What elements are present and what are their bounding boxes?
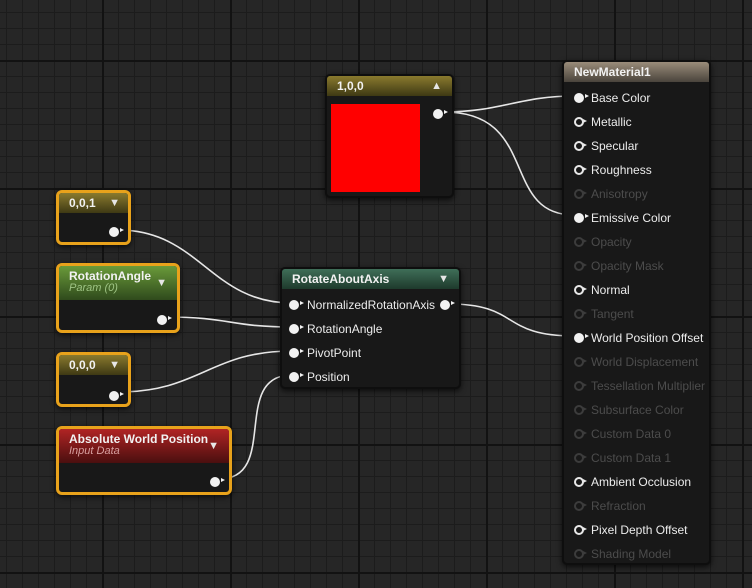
constant-color-node[interactable]: 1,0,0 ▲	[325, 74, 454, 198]
material-input-label: Tessellation Multiplier	[591, 379, 706, 393]
rotate-about-axis-node[interactable]: RotateAboutAxis ▼ NormalizedRotationAxis…	[280, 267, 461, 389]
wire-color-to-base-color[interactable]	[443, 95, 575, 113]
material-input-label: Emissive Color	[591, 211, 672, 225]
output-pin[interactable]	[109, 391, 124, 401]
material-input-label: Opacity Mask	[591, 259, 664, 273]
triangle-down-icon[interactable]: ▼	[109, 193, 120, 213]
material-input-label: Subsurface Color	[591, 403, 684, 417]
triangle-down-icon[interactable]: ▼	[438, 269, 449, 289]
material-input-label: Normal	[591, 283, 630, 297]
wire-vector000-to-pivot[interactable]	[117, 350, 293, 393]
output-pin[interactable]	[433, 109, 448, 119]
material-input-pin	[574, 381, 587, 391]
material-input-pin	[574, 429, 587, 439]
material-input-pin	[574, 189, 587, 199]
constant-vector-001-node[interactable]: 0,0,1 ▼	[56, 190, 131, 245]
material-input-pin	[574, 309, 587, 319]
material-input-pin[interactable]	[574, 213, 589, 223]
pin-label: Position	[307, 370, 350, 384]
material-input-label: Specular	[591, 139, 639, 153]
material-input-label: Metallic	[591, 115, 632, 129]
color-swatch	[331, 104, 420, 192]
triangle-up-icon[interactable]: ▲	[431, 76, 442, 96]
material-input-label: Anisotropy	[591, 187, 648, 201]
triangle-down-icon[interactable]: ▼	[208, 436, 219, 456]
material-input-pin[interactable]	[574, 165, 587, 175]
output-pin[interactable]	[210, 477, 225, 487]
node-header[interactable]: 0,0,0 ▼	[59, 355, 128, 375]
material-input-pin[interactable]	[574, 477, 587, 487]
material-input-label: Refraction	[591, 499, 646, 513]
node-title: 0,0,1	[69, 196, 96, 210]
material-input-pin	[574, 261, 587, 271]
wire-rotate-to-wpo[interactable]	[448, 303, 575, 337]
material-input-pin	[574, 453, 587, 463]
pin-label: RotationAngle	[307, 322, 383, 336]
rotation-angle-param-node[interactable]: RotationAngle Param (0) ▼	[56, 263, 180, 333]
input-pin[interactable]	[289, 300, 304, 310]
node-subtitle: Param (0)	[69, 282, 118, 294]
material-input-pin	[574, 501, 587, 511]
input-pin[interactable]	[289, 324, 304, 334]
material-input-label: Custom Data 1	[591, 451, 672, 465]
output-pin[interactable]	[440, 300, 455, 310]
material-input-pin[interactable]	[574, 141, 587, 151]
wire-angle-to-rotationangle[interactable]	[165, 316, 293, 328]
material-input-label: World Displacement	[591, 355, 699, 369]
input-pin[interactable]	[289, 348, 304, 358]
material-input-label: Custom Data 0	[591, 427, 672, 441]
output-pin[interactable]	[109, 227, 124, 237]
pin-label: NormalizedRotationAxis	[307, 298, 436, 312]
material-input-pin	[574, 357, 587, 367]
node-header[interactable]: RotateAboutAxis ▼	[282, 269, 459, 289]
node-title: NewMaterial1	[574, 65, 651, 79]
material-input-label: Ambient Occlusion	[591, 475, 692, 489]
material-input-label: Roughness	[591, 163, 652, 177]
node-header[interactable]: 0,0,1 ▼	[59, 193, 128, 213]
node-header[interactable]: Absolute World Position Input Data ▼	[59, 429, 229, 463]
material-result-node[interactable]: NewMaterial1 Base Color Metallic Specular R…	[562, 60, 711, 565]
constant-vector-000-node[interactable]: 0,0,0 ▼	[56, 352, 131, 407]
material-input-label: Tangent	[591, 307, 634, 321]
material-input-label: Shading Model	[591, 547, 672, 561]
node-header[interactable]: NewMaterial1	[564, 62, 709, 82]
triangle-down-icon[interactable]: ▼	[156, 273, 167, 293]
node-title: 1,0,0	[337, 79, 364, 93]
node-title: RotateAboutAxis	[292, 272, 390, 286]
node-subtitle: Input Data	[69, 445, 120, 457]
material-input-label: Opacity	[591, 235, 632, 249]
material-input-pin[interactable]	[574, 285, 587, 295]
node-header[interactable]: 1,0,0 ▲	[327, 76, 452, 96]
material-input-pin	[574, 237, 587, 247]
pin-label: PivotPoint	[307, 346, 362, 360]
wire-color-to-emissive[interactable]	[443, 111, 575, 216]
material-input-label: Pixel Depth Offset	[591, 523, 688, 537]
output-pin[interactable]	[157, 315, 172, 325]
material-input-pin[interactable]	[574, 525, 587, 535]
material-input-label: Base Color	[591, 91, 651, 105]
absolute-world-position-node[interactable]: Absolute World Position Input Data ▼	[56, 426, 232, 495]
node-header[interactable]: RotationAngle Param (0) ▼	[59, 266, 177, 300]
material-input-pin	[574, 549, 587, 559]
triangle-down-icon[interactable]: ▼	[109, 355, 120, 375]
material-input-pin[interactable]	[574, 333, 589, 343]
material-input-pin[interactable]	[574, 93, 589, 103]
material-input-pin[interactable]	[574, 117, 587, 127]
material-input-pin	[574, 405, 587, 415]
material-input-label: World Position Offset	[591, 331, 704, 345]
input-pin[interactable]	[289, 372, 304, 382]
node-title: 0,0,0	[69, 358, 96, 372]
